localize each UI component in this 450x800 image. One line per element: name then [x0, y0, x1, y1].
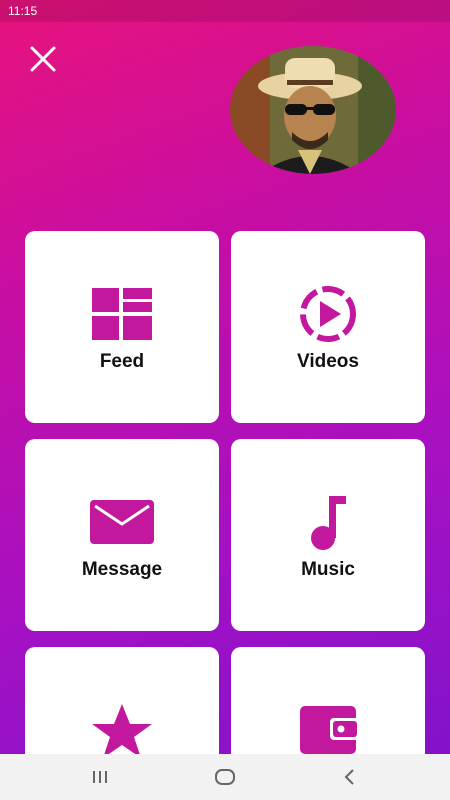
envelope-icon — [90, 500, 154, 544]
back-button[interactable] — [320, 754, 380, 800]
status-bar: 11:15 — [0, 0, 450, 22]
recents-icon — [93, 771, 107, 783]
tile-label: Music — [301, 559, 355, 580]
tile-music[interactable]: Music — [231, 439, 425, 631]
menu-screen: 11:15 Feed Videos Message Music — [0, 0, 450, 800]
music-note-icon — [311, 496, 346, 550]
tile-videos[interactable]: Videos — [231, 231, 425, 423]
tile-label: Feed — [99, 351, 145, 372]
profile-avatar[interactable] — [230, 46, 396, 174]
close-button[interactable] — [26, 42, 60, 76]
tile-message[interactable]: Message — [25, 439, 219, 631]
home-button[interactable] — [195, 754, 255, 800]
home-icon — [215, 769, 235, 785]
star-icon — [92, 704, 152, 758]
status-time: 11:15 — [8, 4, 38, 18]
system-navbar — [0, 754, 450, 800]
recents-button[interactable] — [70, 754, 130, 800]
close-icon — [30, 46, 56, 72]
wallet-icon — [300, 706, 360, 754]
play-circle-icon — [300, 286, 356, 342]
avatar-image — [230, 46, 396, 174]
tile-label: Message — [81, 559, 163, 580]
grid-layout-icon — [92, 288, 152, 340]
back-icon — [344, 769, 354, 785]
tile-feed[interactable]: Feed — [25, 231, 219, 423]
tile-label: Videos — [297, 351, 359, 372]
